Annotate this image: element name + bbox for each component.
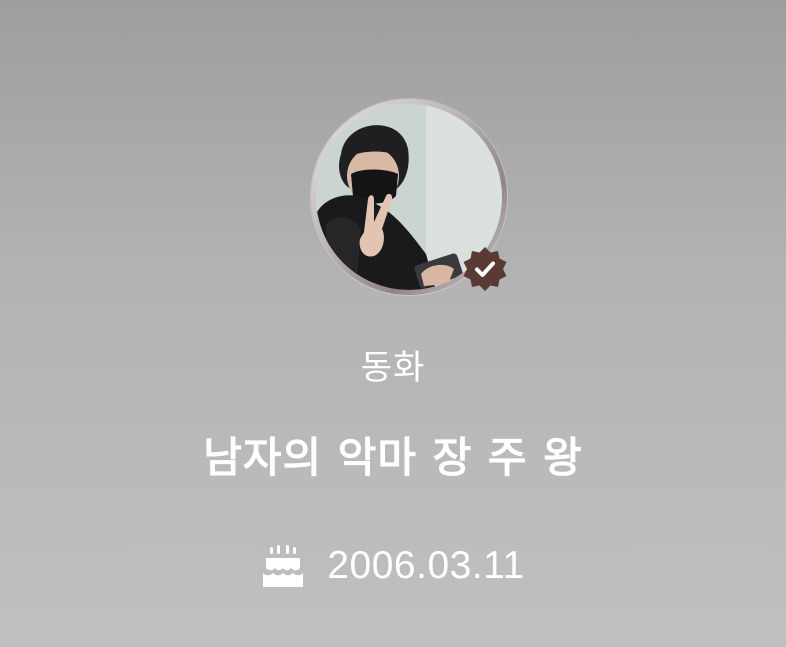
status-message: 남자의 악마 장 주 왕 — [203, 433, 583, 482]
birthday-date: 2006.03.11 — [327, 544, 525, 587]
profile-avatar[interactable] — [311, 99, 507, 295]
birthday-row: 2006.03.11 — [0, 540, 786, 592]
verified-badge-icon — [463, 247, 507, 291]
display-name: 동화 — [360, 348, 426, 388]
birthday-cake-icon — [263, 545, 304, 587]
